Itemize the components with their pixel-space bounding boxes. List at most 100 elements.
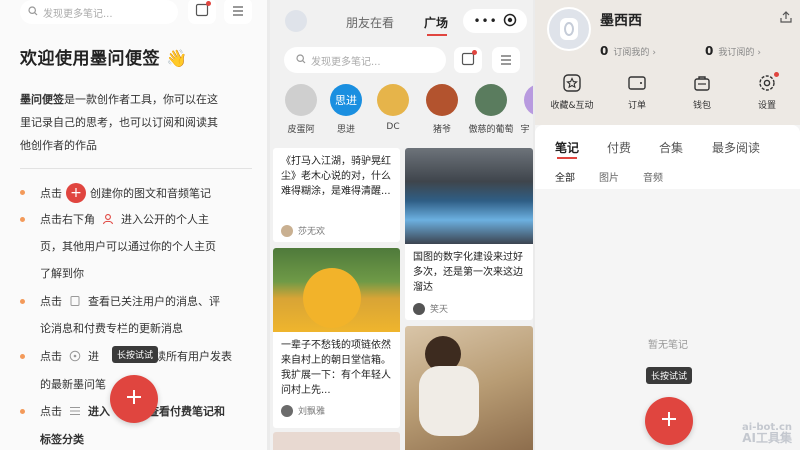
chevron-right-icon: › (757, 48, 761, 58)
guide-text: 点击 (40, 187, 62, 200)
notifications-button[interactable] (454, 47, 482, 73)
stat-subscribers[interactable]: 0 订阅我的 › (600, 44, 656, 58)
author-name: 笑天 (430, 305, 449, 315)
plus-icon (125, 388, 143, 410)
tab-paid[interactable]: 付费 (607, 139, 631, 156)
create-note-button[interactable] (645, 397, 693, 445)
long-press-tooltip: 长按试试 (646, 367, 693, 384)
menu-label: 收藏&互动 (550, 101, 594, 111)
search-placeholder: 发现更多笔记... (43, 8, 113, 20)
share-icon[interactable] (779, 9, 793, 28)
compass-icon (67, 348, 83, 364)
avatar (413, 302, 425, 315)
guide-text: 论消息和付费专栏的更新消息 (40, 322, 183, 335)
filter-all[interactable]: 全部 (555, 169, 575, 184)
avatar (281, 404, 293, 417)
guide-text: 点击 (40, 405, 62, 418)
more-icon: ••• (473, 14, 498, 28)
desc-text-2: 里记录自己的思考，也可以订阅和阅读其 (20, 116, 218, 129)
search-input[interactable]: 发现更多笔记... (20, 0, 178, 24)
notifications-button[interactable] (188, 0, 216, 24)
close-target-icon (503, 12, 517, 31)
profile-tabs: 笔记 付费 合集 最多阅读 (535, 125, 800, 161)
guide-text: 进入 (88, 405, 110, 418)
menu-icon (499, 51, 513, 70)
note-card[interactable]: 国图的数字化建设来过好多次，还是第一次来这边溜达 笑天 (405, 148, 533, 320)
message-icon (67, 293, 83, 309)
bullet (20, 190, 25, 195)
guide-text: 标签分类 (40, 433, 84, 446)
mini-program-capsule[interactable]: ••• (463, 9, 527, 33)
avatar[interactable] (547, 7, 591, 51)
tab-friends[interactable]: 朋友在看 (346, 14, 394, 31)
menu-orders[interactable]: 订单 (605, 72, 669, 111)
menu-button[interactable] (224, 0, 252, 24)
tab-most-read[interactable]: 最多阅读 (712, 139, 760, 156)
avatar[interactable] (377, 84, 409, 116)
app-name: 墨问便签 (20, 93, 64, 106)
tab-collections[interactable]: 合集 (659, 139, 683, 156)
search-placeholder: 发现更多笔记... (311, 56, 381, 68)
plus-icon: + (66, 183, 86, 203)
welcome-description: 墨问便签是一款创作者工具，你可以在这 里记录自己的思考，也可以订阅和阅读其 他创… (20, 88, 260, 157)
plus-icon (660, 410, 678, 432)
empty-state: 暂无笔记 (648, 340, 688, 351)
watermark-brand: AI工具集 (742, 431, 792, 445)
menu-wallet[interactable]: 钱包 (670, 72, 734, 111)
screenshot-collage: 发现更多笔记... 欢迎使用墨问便签 👋 墨问便签是一款创作者工具，你可以在这 … (0, 0, 800, 450)
square-feed-panel: 朋友在看 广场 ••• 发现更多笔记... 皮蛋阿 思进 思进 DC 猪爷 傲慈… (270, 0, 533, 450)
guide-text: 进 (88, 350, 99, 363)
desc-text-1: 是一款创作者工具，你可以在这 (64, 93, 218, 106)
avatar[interactable] (285, 84, 317, 116)
note-author: 刘飘雅 (281, 404, 325, 417)
bullet (20, 217, 25, 222)
tab-square[interactable]: 广场 (424, 14, 448, 31)
guide-text: 创建你的图文和音频笔记 (90, 187, 211, 200)
note-text: 一辈子不愁钱的项链依然来自村上的朝日堂信箱。我扩展一下：有个年轻人问村上先... (281, 340, 391, 396)
desc-text-3: 他创作者的作品 (20, 139, 97, 152)
note-text: 《打马入江湖，骑驴晃红尘》老木心说的对，什么难得糊涂，是难得清醒... (281, 156, 391, 197)
gear-icon (755, 72, 779, 94)
avatar-label: 傲慈的葡萄 (468, 125, 514, 135)
author-name: 刘飘雅 (298, 407, 326, 417)
note-card[interactable] (405, 326, 533, 450)
search-icon (296, 53, 306, 67)
profile-panel: 墨西西 0 订阅我的 › 0 我订阅的 › 收藏&互动 订单 钱包 设置 笔记 … (535, 0, 800, 450)
tab-notes[interactable]: 笔记 (555, 139, 579, 156)
avatar (281, 224, 293, 237)
filter-audio[interactable]: 音频 (643, 169, 663, 184)
note-text: 国图的数字化建设来过好多次，还是第一次来这边溜达 (413, 252, 523, 293)
unread-dot (206, 1, 211, 6)
bullet (20, 299, 25, 304)
avatar-label: 宇 (520, 125, 530, 135)
welcome-title: 欢迎使用墨问便签 👋 (20, 49, 189, 69)
chevron-right-icon: › (652, 48, 656, 58)
guide-line: 点击 + 创建你的图文和音频笔记 (40, 183, 211, 203)
menu-button[interactable] (492, 47, 520, 73)
menu-settings[interactable]: 设置 (735, 72, 799, 111)
guide-text: 点击 (40, 350, 62, 363)
stat-subscribed[interactable]: 0 我订阅的 › (705, 44, 761, 58)
stat-label: 我订阅的 (718, 48, 755, 58)
note-card[interactable] (273, 432, 400, 450)
filter-images[interactable]: 图片 (599, 169, 619, 184)
username: 墨西西 (600, 13, 642, 29)
menu-favorites[interactable]: 收藏&互动 (540, 72, 604, 111)
avatar[interactable] (426, 84, 458, 116)
note-card[interactable]: 一辈子不愁钱的项链依然来自村上的朝日堂信箱。我扩展一下：有个年轻人问村上先...… (273, 248, 400, 428)
avatar[interactable] (285, 10, 307, 32)
menu-label: 订单 (627, 101, 646, 111)
guide-text: 的最新墨问笔 (40, 378, 106, 391)
avatar[interactable] (524, 84, 533, 116)
avatar-logo-text: 思进 (335, 94, 357, 107)
note-author: 莎无欢 (281, 224, 325, 237)
bag-icon (690, 72, 714, 94)
avatar[interactable]: 思进 (330, 84, 362, 116)
search-input[interactable]: 发现更多笔记... (284, 47, 446, 73)
wallet-icon (625, 72, 649, 94)
create-note-button[interactable] (110, 375, 158, 423)
note-image (405, 148, 533, 244)
note-filter-tabs: 全部 图片 音频 (535, 161, 800, 189)
avatar[interactable] (475, 84, 507, 116)
note-card[interactable]: 《打马入江湖，骑驴晃红尘》老木心说的对，什么难得糊涂，是难得清醒... 莎无欢 (273, 148, 400, 242)
